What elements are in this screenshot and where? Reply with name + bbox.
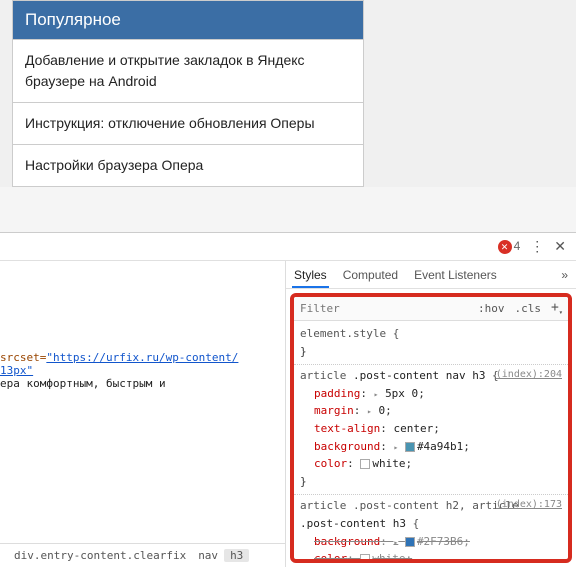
src-link: 13px"	[0, 364, 33, 377]
error-indicator[interactable]: ✕4	[498, 239, 521, 255]
list-item[interactable]: Инструкция: отключение обновления Оперы	[13, 102, 363, 144]
devtools-pane: ✕4 ⋮ ✕ srcset="https://urfix.ru/wp-conte…	[0, 232, 576, 567]
styles-filter-input[interactable]	[294, 302, 473, 315]
rule-block[interactable]: (index):204 article .post-content nav h3…	[294, 365, 568, 495]
styles-filter-row: :hov .cls +▾	[294, 297, 568, 321]
popular-widget: Популярное Добавление и открытие закладо…	[12, 0, 364, 187]
crumb[interactable]: nav	[192, 549, 224, 562]
tab-event-listeners[interactable]: Event Listeners	[412, 262, 499, 288]
new-rule-button[interactable]: +▾	[546, 300, 568, 317]
rule-source-link[interactable]: (index):204	[496, 367, 562, 383]
src-link[interactable]: "https://urfix.ru/wp-content/	[46, 351, 238, 364]
rule-source-link[interactable]: (index):173	[496, 497, 562, 513]
page-content: Популярное Добавление и открытие закладо…	[0, 0, 576, 187]
tab-styles[interactable]: Styles	[292, 262, 329, 288]
color-swatch[interactable]	[405, 442, 415, 452]
crumb-selected[interactable]: h3	[224, 549, 249, 562]
text-node: ера комфортным, быстрым и	[0, 377, 166, 390]
styles-pane-highlighted: :hov .cls +▾ element.style { } (index):2…	[290, 293, 572, 563]
crumb[interactable]: div.entry-content.clearfix	[8, 549, 192, 562]
widget-title: Популярное	[13, 1, 363, 39]
hov-toggle[interactable]: :hov	[473, 302, 510, 315]
close-icon[interactable]: ✕	[554, 238, 566, 255]
styles-sidebar: Styles Computed Event Listeners » :hov .…	[286, 261, 576, 567]
list-item[interactable]: Настройки браузера Опера	[13, 144, 363, 186]
devtools-toolbar: ✕4 ⋮ ✕	[0, 233, 576, 261]
rule-element-style[interactable]: element.style { }	[294, 323, 568, 365]
error-icon: ✕	[498, 240, 512, 254]
color-swatch[interactable]	[360, 554, 370, 559]
color-swatch[interactable]	[405, 537, 415, 547]
elements-source-pane[interactable]: srcset="https://urfix.ru/wp-content/ 13p…	[0, 261, 286, 567]
kebab-menu-icon[interactable]: ⋮	[530, 238, 544, 255]
sidebar-tabs: Styles Computed Event Listeners »	[286, 261, 576, 289]
cls-toggle[interactable]: .cls	[509, 302, 546, 315]
rules-list: element.style { } (index):204 article .p…	[294, 321, 568, 559]
tab-computed[interactable]: Computed	[341, 262, 400, 288]
attr-name: srcset=	[0, 351, 46, 364]
breadcrumb: div.entry-content.clearfix nav h3	[0, 543, 285, 567]
color-swatch[interactable]	[360, 459, 370, 469]
tabs-overflow-icon[interactable]: »	[559, 262, 570, 288]
list-item[interactable]: Добавление и открытие закладок в Яндекс …	[13, 39, 363, 102]
rule-block-overridden[interactable]: (index):173 article .post-content h2, ar…	[294, 495, 568, 559]
